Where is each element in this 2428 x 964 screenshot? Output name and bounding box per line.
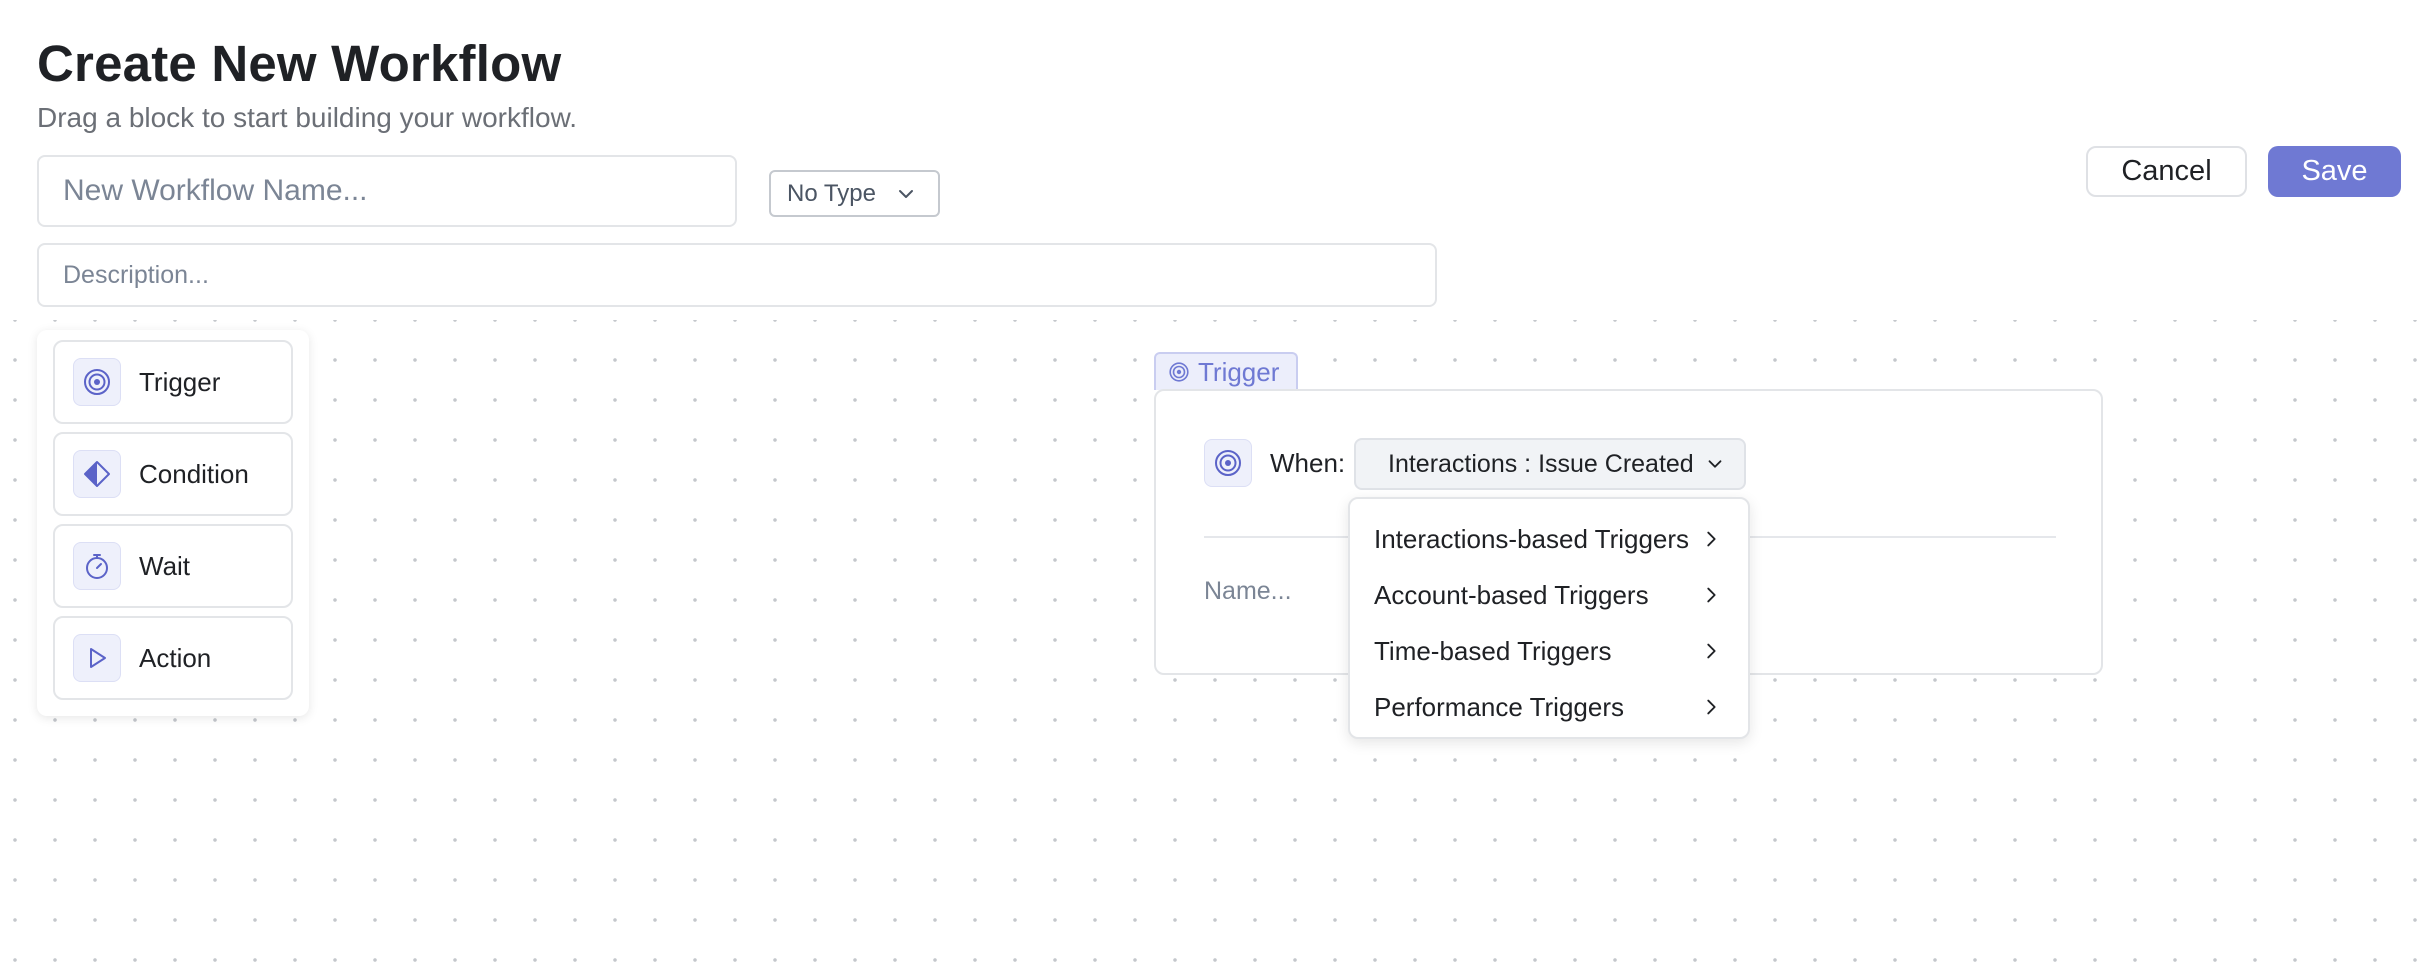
trigger-node-tab-label: Trigger [1198,356,1280,387]
save-button[interactable]: Save [2268,146,2401,197]
cancel-button[interactable]: Cancel [2086,146,2247,197]
workflow-type-select[interactable]: No Type [769,170,940,217]
diamond-icon [73,450,121,498]
menu-item-interactions-triggers[interactable]: Interactions-based Triggers [1350,511,1748,567]
chevron-right-icon [1707,587,1716,603]
trigger-block[interactable]: Trigger [53,340,293,424]
play-icon [73,634,121,682]
trigger-dropdown-menu: Interactions-based Triggers Account-base… [1348,497,1750,739]
condition-block[interactable]: Condition [53,432,293,516]
page-subtitle: Drag a block to start building your work… [37,102,578,133]
when-label: When: [1270,448,1346,478]
chevron-right-icon [1707,531,1716,547]
menu-item-account-triggers[interactable]: Account-based Triggers [1350,567,1748,623]
target-icon [73,358,121,406]
chevron-right-icon [1707,643,1716,659]
workflow-type-value: No Type [787,179,876,207]
menu-item-label: Interactions-based Triggers [1374,523,1690,554]
trigger-node-tab[interactable]: Trigger [1154,352,1298,390]
menu-item-label: Performance Triggers [1374,691,1624,722]
block-label: Trigger [139,366,221,397]
menu-item-time-triggers[interactable]: Time-based Triggers [1350,623,1748,679]
stopwatch-icon [73,542,121,590]
chevron-right-icon [1707,699,1716,715]
menu-item-label: Account-based Triggers [1374,579,1649,610]
target-icon [1169,362,1189,382]
chevron-down-icon [1708,460,1722,468]
trigger-type-value: Interactions : Issue Created [1388,449,1694,478]
description-input[interactable] [37,243,1437,307]
menu-item-performance-triggers[interactable]: Performance Triggers [1350,679,1748,735]
action-block[interactable]: Action [53,616,293,700]
block-label: Wait [139,550,191,581]
block-label: Action [139,642,212,673]
wait-block[interactable]: Wait [53,524,293,608]
block-palette: Trigger Condition Wait Action [37,330,309,716]
block-label: Condition [139,458,249,489]
page-title: Create New Workflow [37,35,562,92]
trigger-type-select[interactable]: Interactions : Issue Created [1354,438,1746,490]
workflow-name-input[interactable] [37,155,737,227]
menu-item-label: Time-based Triggers [1374,635,1612,666]
chevron-down-icon [898,189,913,198]
target-icon [1204,439,1252,487]
